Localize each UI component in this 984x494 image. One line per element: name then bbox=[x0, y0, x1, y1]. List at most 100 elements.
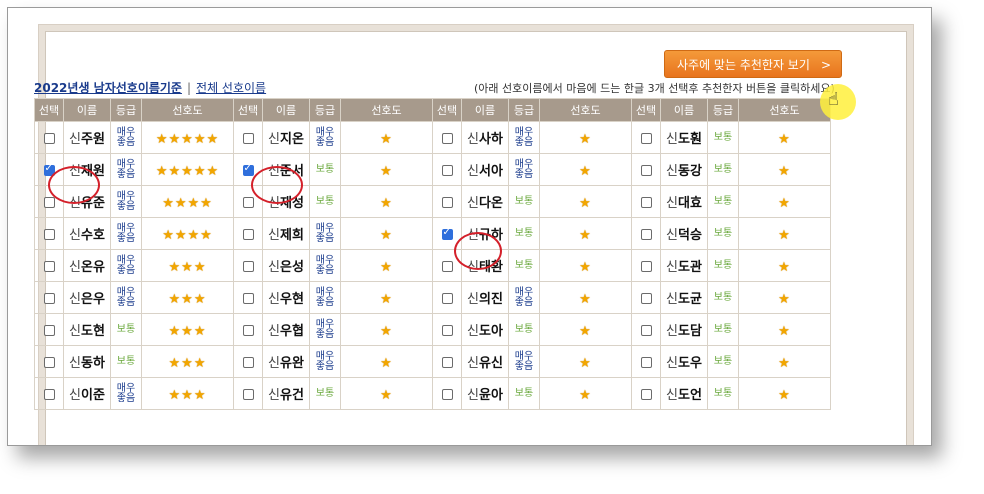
recommend-button-label: 사주에 맞는 추천한자 보기 bbox=[677, 58, 810, 72]
name-select-checkbox[interactable] bbox=[441, 293, 453, 304]
name-cell: 신윤아 bbox=[461, 377, 509, 410]
name-select-checkbox[interactable] bbox=[43, 293, 55, 304]
name-select-checkbox[interactable] bbox=[43, 133, 55, 144]
name-text: 신사하 bbox=[467, 132, 503, 147]
star-icon: ★★★ bbox=[168, 260, 207, 275]
star-icon: ★★★ bbox=[168, 388, 207, 403]
table-row: 신동하 보통 ★★★ 신유완 매우 좋음 ★ 신유신 매우 좋음 ★ 신도우 보통 ★ bbox=[34, 345, 831, 378]
name-text: 신우현 bbox=[268, 292, 304, 307]
name-select-checkbox[interactable] bbox=[640, 325, 652, 336]
name-select-checkbox[interactable] bbox=[640, 165, 652, 176]
surname: 신 bbox=[666, 260, 679, 275]
table-header-row: 선택 이름 등급 선호도 선택 이름 등급 선호도 선택 이름 등급 선호도 선택 이름 등급 선호도 bbox=[34, 98, 831, 122]
given-name: 서아 bbox=[479, 164, 503, 179]
name-select-checkbox[interactable] bbox=[441, 133, 453, 144]
preference-cell: ★★★ bbox=[141, 249, 234, 282]
surname: 신 bbox=[666, 356, 679, 371]
given-name: 주원 bbox=[81, 132, 105, 147]
given-name: 유건 bbox=[280, 388, 304, 403]
name-text: 신유건 bbox=[268, 388, 304, 403]
preference-cell: ★ bbox=[340, 281, 433, 314]
hand-pointer-icon: ☝ bbox=[828, 89, 839, 110]
name-cell: 신온유 bbox=[63, 249, 111, 282]
header-preference: 선호도 bbox=[141, 98, 234, 122]
name-select-checkbox[interactable] bbox=[43, 357, 55, 368]
grade-label: 매우 좋음 bbox=[315, 286, 335, 308]
surname: 신 bbox=[467, 292, 480, 307]
grade-cell: 보통 bbox=[707, 153, 739, 186]
surname: 신 bbox=[69, 356, 82, 371]
name-select-checkbox[interactable] bbox=[441, 325, 453, 336]
select-cell bbox=[34, 313, 64, 346]
preference-cell: ★ bbox=[539, 185, 632, 218]
name-select-checkbox[interactable] bbox=[640, 133, 652, 144]
name-select-checkbox[interactable] bbox=[640, 389, 652, 400]
recommend-hanja-button[interactable]: 사주에 맞는 추천한자 보기 > bbox=[664, 50, 842, 78]
name-select-checkbox[interactable] bbox=[43, 229, 55, 240]
preference-cell: ★ bbox=[340, 249, 433, 282]
grade-cell: 매우 좋음 bbox=[110, 249, 142, 282]
given-name: 사하 bbox=[479, 132, 503, 147]
link-all-names[interactable]: 전체 선호이름 bbox=[196, 81, 266, 95]
grade-label: 보통 bbox=[315, 387, 335, 399]
name-select-checkbox[interactable] bbox=[640, 197, 652, 208]
header-select: 선택 bbox=[233, 98, 263, 122]
name-select-checkbox[interactable] bbox=[242, 389, 254, 400]
grade-label: 매우 좋음 bbox=[514, 286, 534, 308]
grade-cell: 매우 좋음 bbox=[110, 185, 142, 218]
name-select-checkbox[interactable] bbox=[441, 261, 453, 272]
grade-label: 매우 좋음 bbox=[315, 318, 335, 340]
name-cell: 신덕승 bbox=[660, 217, 708, 250]
name-select-checkbox[interactable] bbox=[640, 293, 652, 304]
grade-cell: 보통 bbox=[707, 281, 739, 314]
surname: 신 bbox=[268, 356, 281, 371]
name-select-checkbox[interactable] bbox=[242, 163, 254, 176]
name-select-checkbox[interactable] bbox=[43, 261, 55, 272]
name-select-checkbox[interactable] bbox=[441, 357, 453, 368]
name-select-checkbox[interactable] bbox=[242, 357, 254, 368]
surname: 신 bbox=[666, 292, 679, 307]
grade-cell: 매우 좋음 bbox=[309, 217, 341, 250]
select-cell bbox=[233, 345, 263, 378]
name-select-checkbox[interactable] bbox=[441, 197, 453, 208]
grade-label: 보통 bbox=[713, 323, 733, 335]
select-cell bbox=[432, 345, 462, 378]
name-select-checkbox[interactable] bbox=[242, 133, 254, 144]
name-text: 신우협 bbox=[268, 324, 304, 339]
name-cell: 신도훤 bbox=[660, 121, 708, 154]
star-icon: ★ bbox=[380, 356, 393, 371]
table-row: 신은우 매우 좋음 ★★★ 신우현 매우 좋음 ★ 신의진 매우 좋음 ★ 신도균 보통 ★ bbox=[34, 281, 831, 314]
grade-cell: 매우 좋음 bbox=[309, 345, 341, 378]
name-select-checkbox[interactable] bbox=[242, 261, 254, 272]
table-row: 신수호매우 좋음★★★★신제희매우 좋음★신규하보통★신덕승보통★ bbox=[34, 217, 831, 250]
name-select-checkbox[interactable] bbox=[640, 229, 652, 240]
name-select-checkbox[interactable] bbox=[242, 293, 254, 304]
name-select-checkbox[interactable] bbox=[242, 197, 254, 208]
name-select-checkbox[interactable] bbox=[43, 197, 55, 208]
grade-label: 보통 bbox=[514, 259, 534, 271]
link-2022-male-names[interactable]: 2022년생 남자선호이름기준 bbox=[34, 81, 182, 95]
table-row: 신주원 매우 좋음 ★★★★★ 신지온 매우 좋음 ★ 신사하 매우 좋음 ★ 신도훤 보통 ★ bbox=[34, 121, 831, 154]
chevron-right-icon: > bbox=[820, 58, 831, 72]
name-select-checkbox[interactable] bbox=[441, 165, 453, 176]
star-icon: ★ bbox=[579, 324, 592, 339]
name-select-checkbox[interactable] bbox=[640, 357, 652, 368]
name-select-checkbox[interactable] bbox=[242, 229, 254, 240]
grade-label: 매우 좋음 bbox=[116, 126, 136, 148]
link-separator: | bbox=[186, 81, 192, 95]
name-text: 신주원 bbox=[69, 132, 105, 147]
grade-cell: 매우 좋음 bbox=[110, 153, 142, 186]
given-name: 제희 bbox=[280, 228, 304, 243]
name-select-checkbox[interactable] bbox=[43, 389, 55, 400]
given-name: 다온 bbox=[479, 196, 503, 211]
name-select-checkbox[interactable] bbox=[43, 325, 55, 336]
name-select-checkbox[interactable] bbox=[242, 325, 254, 336]
name-select-checkbox[interactable] bbox=[640, 261, 652, 272]
name-select-checkbox[interactable] bbox=[441, 227, 453, 240]
preference-cell: ★ bbox=[738, 249, 831, 282]
grade-cell: 보통 bbox=[508, 377, 540, 410]
name-select-checkbox[interactable] bbox=[441, 389, 453, 400]
preference-cell: ★ bbox=[340, 217, 433, 250]
select-cell bbox=[631, 121, 661, 154]
grade-label: 보통 bbox=[713, 291, 733, 303]
